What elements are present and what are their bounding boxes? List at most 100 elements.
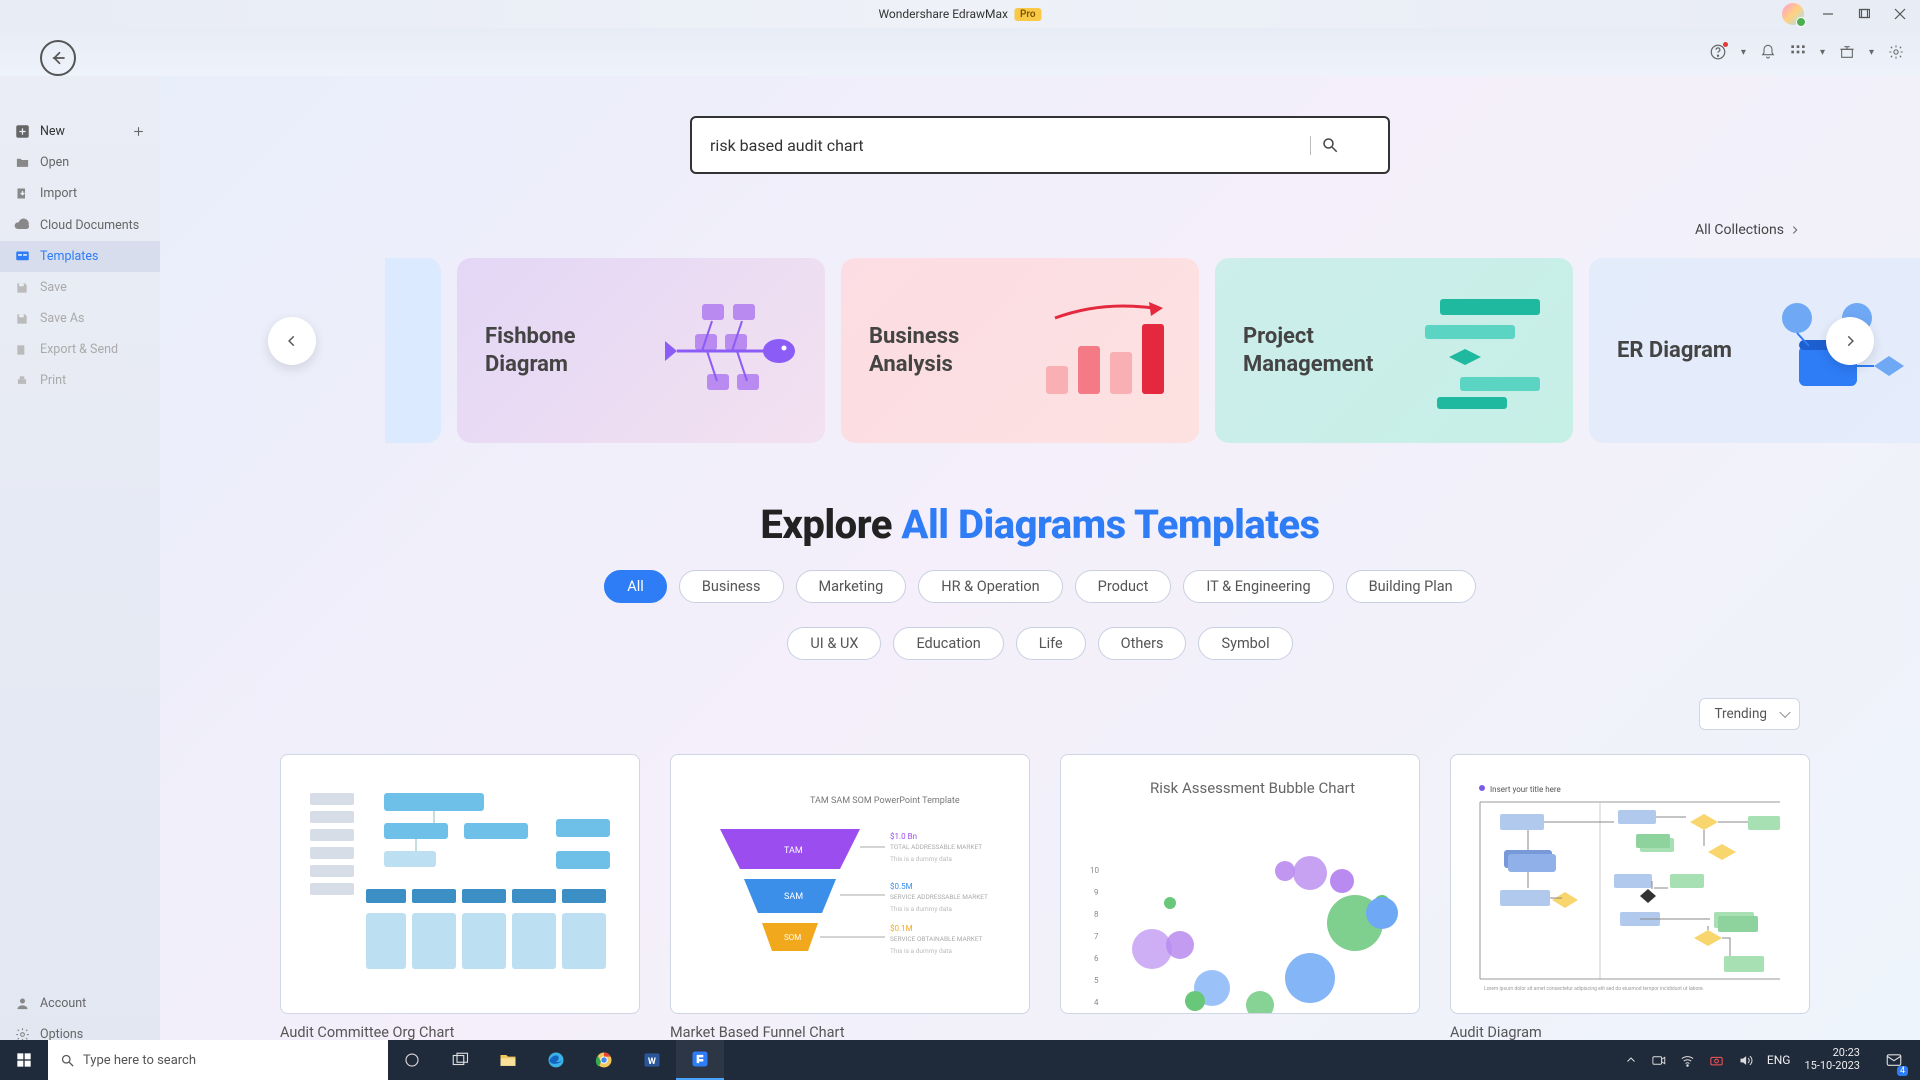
chip-symbol[interactable]: Symbol <box>1198 627 1292 660</box>
title-bar: Wondershare EdrawMax Pro <box>0 0 1920 28</box>
carousel-next-button[interactable] <box>1826 317 1874 365</box>
template-thumbnail[interactable]: TAM SAM SOM PowerPoint Template TAM SAM … <box>670 754 1030 1014</box>
template-item[interactable]: Risk Assessment Bubble Chart 10 9 8 7 6 … <box>1060 754 1420 1041</box>
explore-blue: All Diagrams Templates <box>901 501 1319 548</box>
svg-text:7: 7 <box>1094 932 1099 941</box>
help-icon[interactable] <box>1709 43 1727 61</box>
chip-building[interactable]: Building Plan <box>1346 570 1476 603</box>
carousel-prev-button[interactable] <box>268 317 316 365</box>
sidebar-item-templates[interactable]: Templates <box>0 241 160 272</box>
sidebar-item-open[interactable]: Open <box>0 147 160 178</box>
maximize-button[interactable] <box>1852 2 1876 26</box>
funnel-caption-svg: TAM SAM SOM PowerPoint Template <box>810 796 960 806</box>
sidebar-label: Account <box>40 996 86 1011</box>
sidebar-label: Templates <box>40 249 98 264</box>
sort-select[interactable]: Trending <box>1699 698 1800 730</box>
search-input[interactable] <box>710 136 1311 155</box>
sidebar-item-account[interactable]: Account <box>0 988 160 1019</box>
main-content: All Collections Fishbone Diagram <box>160 76 1920 1080</box>
taskbar-search[interactable]: Type here to search <box>48 1040 388 1080</box>
template-item[interactable]: Insert your title here <box>1450 754 1810 1041</box>
taskbar-edge[interactable] <box>532 1040 580 1080</box>
tray-chevron-up-icon[interactable] <box>1625 1054 1637 1066</box>
chip-others[interactable]: Others <box>1098 627 1187 660</box>
chip-it[interactable]: IT & Engineering <box>1183 570 1333 603</box>
plus-icon[interactable] <box>130 125 146 138</box>
template-item[interactable]: TAM SAM SOM PowerPoint Template TAM SAM … <box>670 754 1030 1041</box>
chip-all[interactable]: All <box>604 570 667 603</box>
card-title: ER Diagram <box>1617 337 1737 365</box>
chevron-down-icon[interactable]: ▾ <box>1741 47 1746 58</box>
chip-life[interactable]: Life <box>1016 627 1086 660</box>
gantt-icon <box>1405 291 1545 411</box>
sidebar: New Open Import Cloud Documents <box>0 76 160 1080</box>
sidebar-item-save: Save <box>0 272 160 303</box>
all-collections-link[interactable]: All Collections <box>1695 222 1800 238</box>
template-thumbnail[interactable] <box>280 754 640 1014</box>
chip-product[interactable]: Product <box>1075 570 1172 603</box>
saveas-icon <box>14 312 30 326</box>
svg-text:9: 9 <box>1094 888 1099 897</box>
template-thumbnail[interactable]: Risk Assessment Bubble Chart 10 9 8 7 6 … <box>1060 754 1420 1014</box>
svg-text:$0.5M: $0.5M <box>890 882 913 891</box>
sidebar-label: Export & Send <box>40 342 118 357</box>
taskbar-chrome[interactable] <box>580 1040 628 1080</box>
chip-ui[interactable]: UI & UX <box>787 627 881 660</box>
task-view-button[interactable] <box>388 1040 436 1080</box>
carousel-card-business[interactable]: Business Analysis <box>841 258 1199 443</box>
tray-notifications[interactable]: 4 <box>1874 1040 1914 1080</box>
taskbar-explorer[interactable] <box>484 1040 532 1080</box>
template-thumbnail[interactable]: Insert your title here <box>1450 754 1810 1014</box>
tray-wifi-icon[interactable] <box>1680 1053 1695 1068</box>
tray-date: 15-10-2023 <box>1804 1060 1860 1073</box>
search-icon[interactable] <box>1321 136 1339 154</box>
taskbar-cortana-button[interactable] <box>436 1040 484 1080</box>
svg-text:Risk Assessment Bubble Chart: Risk Assessment Bubble Chart <box>1150 779 1355 797</box>
bell-icon[interactable] <box>1760 44 1776 60</box>
svg-text:SERVICE OBTAINABLE MARKET: SERVICE OBTAINABLE MARKET <box>890 935 983 943</box>
chevron-down-icon[interactable]: ▾ <box>1869 47 1874 58</box>
sidebar-item-cloud[interactable]: Cloud Documents <box>0 209 160 241</box>
close-button[interactable] <box>1888 2 1912 26</box>
carousel-card-project[interactable]: Project Management <box>1215 258 1573 443</box>
template-item[interactable]: Audit Committee Org Chart <box>280 754 640 1041</box>
templates-icon <box>14 249 30 264</box>
pro-badge: Pro <box>1014 8 1042 21</box>
back-button[interactable] <box>40 40 76 76</box>
gear-icon[interactable] <box>1888 44 1904 60</box>
sidebar-item-import[interactable]: Import <box>0 178 160 209</box>
tray-volume-icon[interactable] <box>1738 1053 1753 1068</box>
card-title: Fishbone Diagram <box>485 323 635 378</box>
sidebar-label: Save As <box>40 311 84 326</box>
svg-text:SAM: SAM <box>784 892 803 902</box>
start-button[interactable] <box>0 1040 48 1080</box>
chip-business[interactable]: Business <box>679 570 784 603</box>
tray-camera-icon[interactable] <box>1709 1053 1724 1068</box>
chevron-down-icon[interactable]: ▾ <box>1820 47 1825 58</box>
apps-icon[interactable] <box>1790 44 1806 60</box>
template-label: Audit Committee Org Chart <box>280 1024 640 1041</box>
chip-education[interactable]: Education <box>893 627 1003 660</box>
present-icon[interactable] <box>1839 44 1855 60</box>
svg-text:5: 5 <box>1094 976 1099 985</box>
chip-marketing[interactable]: Marketing <box>796 570 907 603</box>
svg-text:This is a dummy data: This is a dummy data <box>890 855 952 863</box>
taskbar-edrawmax[interactable] <box>676 1040 724 1080</box>
sidebar-item-new[interactable]: New <box>0 116 160 147</box>
category-carousel: Fishbone Diagram <box>160 238 1920 443</box>
chip-hr[interactable]: HR & Operation <box>918 570 1062 603</box>
taskbar-search-placeholder: Type here to search <box>83 1053 196 1068</box>
taskbar-word[interactable]: W <box>628 1040 676 1080</box>
avatar[interactable] <box>1782 3 1804 25</box>
sidebar-label: Open <box>40 155 69 170</box>
tray-meet-icon[interactable] <box>1651 1053 1666 1068</box>
carousel-card-partial[interactable] <box>385 258 441 443</box>
carousel-card-fishbone[interactable]: Fishbone Diagram <box>457 258 825 443</box>
search-icon <box>60 1053 75 1068</box>
search-box[interactable] <box>690 116 1390 174</box>
sidebar-label: Import <box>40 186 77 201</box>
tray-clock[interactable]: 20:23 15-10-2023 <box>1804 1047 1860 1072</box>
tray-ime[interactable]: ENG <box>1767 1053 1791 1067</box>
minimize-button[interactable] <box>1816 2 1840 26</box>
cloud-icon <box>14 217 30 233</box>
